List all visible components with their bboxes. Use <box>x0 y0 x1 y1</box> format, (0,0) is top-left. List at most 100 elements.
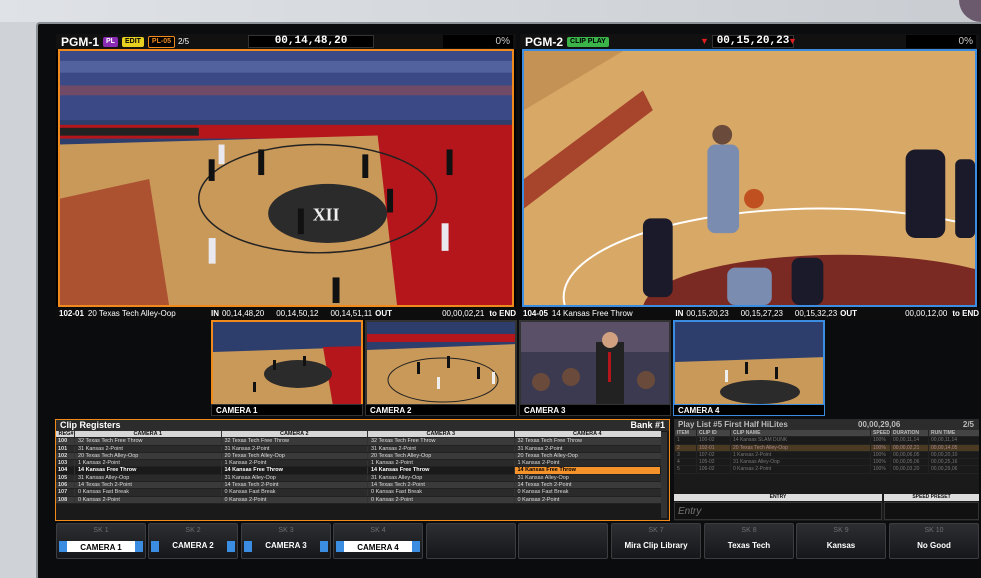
register-clip-cell[interactable]: 0 Kansas 2-Point <box>74 496 221 503</box>
camera-1-thumb[interactable]: CAMERA 1 <box>211 320 363 416</box>
register-clip-cell[interactable]: 32 Texas Tech Free Throw <box>220 438 368 445</box>
softkey-5[interactable] <box>426 523 516 559</box>
edit-badge[interactable]: EDIT <box>121 36 144 47</box>
register-row[interactable]: 107 0 Kansas Fast Break 0 Kansas Fast Brea… <box>56 489 661 497</box>
register-clip-cell[interactable]: 14 Texas Tech 2-Point <box>513 482 661 489</box>
register-row[interactable]: 106 14 Texas Tech 2-Point 14 Texas Tech 2-… <box>56 482 661 490</box>
register-clip-cell[interactable]: 0 Kansas 2-Point <box>513 496 661 503</box>
softkey-6[interactable] <box>518 523 608 559</box>
pgm2-mid-tc: 00,15,27,23 <box>740 308 783 318</box>
register-clip-cell[interactable]: 0 Kansas 2-Point <box>220 496 368 503</box>
pgm1-court-image: XII <box>60 51 512 305</box>
register-clip-cell[interactable]: 31 Kansas Alley-Oop <box>74 474 221 482</box>
register-clip-cell[interactable]: 0 Kansas Fast Break <box>220 489 368 496</box>
softkey-3[interactable]: SK 3 CAMERA 3 <box>241 523 331 559</box>
pgm2-in-label: IN <box>675 308 684 318</box>
softkey-8[interactable]: SK 8 Texas Tech <box>704 523 794 559</box>
playlist-row[interactable]: 1 100-02 14 Kansas SLAM DUNK 100% 00,00,11,1… <box>674 437 979 445</box>
camera-3-thumb[interactable]: CAMERA 3 <box>519 320 671 416</box>
register-clip-cell[interactable]: 0 Kansas Fast Break <box>74 489 221 496</box>
register-clip-cell[interactable]: 31 Kansas 2-Point <box>220 445 368 452</box>
playlist-row[interactable]: 4 105-02 31 Kansas Alley-Oop 100% 00,00,05,0… <box>674 459 979 467</box>
register-clip-cell[interactable]: 31 Kansas Alley-Oop <box>513 474 661 482</box>
register-row[interactable]: 105 31 Kansas Alley-Oop 31 Kansas Alley-Oo… <box>56 474 661 483</box>
softkey-label: Texas Tech <box>727 541 771 550</box>
register-clip-cell[interactable]: 14 Kansas Free Throw <box>367 467 514 474</box>
playlist-column-header: CLIP NAME <box>730 430 870 437</box>
softkey-10[interactable]: SK 10 No Good <box>889 523 979 559</box>
playlist-cell-dur: 00,00,06,05 <box>890 451 928 459</box>
pgm1-timecode: 00,14,48,20 <box>248 35 374 48</box>
register-row[interactable]: 102 20 Texas Tech Alley-Oop 20 Texas Tech … <box>56 452 661 461</box>
camera-4-scene <box>675 322 823 404</box>
camera-1-image <box>211 320 363 404</box>
register-clip-cell[interactable]: 1 Kansas 2-Point <box>367 460 514 467</box>
register-clip-cell[interactable]: 0 Kansas 2-Point <box>367 496 514 503</box>
playlist-ref-badge[interactable]: PL-05 <box>147 35 175 48</box>
playlist-row[interactable]: 3 107-02 1 Kansas 2-Point 100% 00,00,06,05 00… <box>674 451 979 460</box>
softkey-9[interactable]: SK 9 Kansas <box>796 523 886 559</box>
pgm2-duration: 00,00,12,00 <box>905 308 948 318</box>
register-row[interactable]: 108 0 Kansas 2-Point 0 Kansas 2-Point 0 Kan… <box>56 496 661 504</box>
pgm2-clip-name: 14 Kansas Free Throw <box>551 308 633 318</box>
register-clip-cell[interactable]: 20 Texas Tech Alley-Oop <box>367 452 514 460</box>
entry-field[interactable] <box>674 502 882 520</box>
playlist-cell-id: 107-02 <box>696 451 730 459</box>
register-clip-cell[interactable]: 20 Texas Tech Alley-Oop <box>220 452 368 460</box>
register-clip-cell[interactable]: 31 Kansas 2-Point <box>367 445 514 452</box>
pgm2-in-tc: 00,15,20,23 <box>686 308 729 318</box>
playlist-cell-speed: 100% <box>870 444 890 451</box>
camera-4-image <box>673 320 825 404</box>
playlist-cell-dur: 00,00,03,20 <box>890 466 928 473</box>
register-clip-cell[interactable]: 0 Kansas Fast Break <box>367 489 514 496</box>
register-row[interactable]: 100 32 Texas Tech Free Throw 32 Texas Tech… <box>56 438 661 446</box>
clip-registers-table: REG# CAMERA 1 CAMERA 2 CAMERA 3 CAMERA 4 100 3… <box>56 431 661 504</box>
softkey-indicator <box>412 541 420 552</box>
register-clip-cell[interactable]: 1 Kansas 2-Point <box>74 460 221 467</box>
register-clip-cell[interactable]: 31 Kansas Alley-Oop <box>220 474 368 482</box>
camera-3-image <box>519 320 671 404</box>
register-clip-cell[interactable]: 20 Texas Tech Alley-Oop <box>74 452 221 460</box>
pl-badge[interactable]: PL <box>103 36 118 47</box>
register-clip-cell[interactable]: 14 Texas Tech 2-Point <box>220 482 368 489</box>
register-row[interactable]: 103 1 Kansas 2-Point 1 Kansas 2-Point 1 Kan… <box>56 460 661 468</box>
register-clip-cell[interactable]: 31 Kansas Alley-Oop <box>367 474 514 482</box>
register-clip-cell[interactable]: 14 Texas Tech 2-Point <box>74 482 221 489</box>
register-clip-cell[interactable]: 1 Kansas 2-Point <box>513 460 661 467</box>
register-clip-cell[interactable]: 14 Kansas Free Throw <box>220 467 368 474</box>
register-clip-cell[interactable]: 31 Kansas 2-Point <box>513 445 661 452</box>
softkey-2[interactable]: SK 2 CAMERA 2 <box>148 523 238 559</box>
register-clip-cell[interactable]: 32 Texas Tech Free Throw <box>74 438 221 445</box>
register-clip-cell[interactable]: 14 Kansas Free Throw <box>513 467 660 474</box>
playlist-timecode: 00,00,29,06 <box>858 420 901 429</box>
softkey-4[interactable]: SK 4 CAMERA 4 <box>333 523 423 559</box>
playlist-table: ITEM CLIP ID CLIP NAME SPEED DURATION RUN TIM… <box>674 430 979 474</box>
register-clip-cell[interactable]: 1 Kansas 2-Point <box>220 460 368 467</box>
registers-scrollbar[interactable] <box>661 432 667 518</box>
clip-play-badge[interactable]: CLIP PLAY <box>567 36 609 47</box>
register-clip-cell[interactable]: 32 Texas Tech Free Throw <box>367 438 514 445</box>
playlist-cell-speed: 100% <box>870 459 890 466</box>
register-clip-cell[interactable]: 20 Texas Tech Alley-Oop <box>513 452 661 460</box>
softkey-1[interactable]: SK 1 CAMERA 1 <box>56 523 146 559</box>
register-row[interactable]: 101 31 Kansas 2-Point 31 Kansas 2-Point 31 … <box>56 445 661 453</box>
background-top <box>0 0 981 22</box>
playlist-cell-id: 100-02 <box>696 437 730 444</box>
register-clip-cell[interactable]: 0 Kansas Fast Break <box>513 489 661 496</box>
softkey-7[interactable]: SK 7 Mira Clip Library <box>611 523 701 559</box>
register-clip-cell[interactable]: 14 Texas Tech 2-Point <box>367 482 514 489</box>
camera-4-thumb[interactable]: CAMERA 4 <box>673 320 825 416</box>
softkey-indicator <box>59 541 67 552</box>
playlist-row[interactable]: 2 102-01 20 Texas Tech Alley-Oop 100% 00,00,… <box>674 444 979 452</box>
softkey-number: SK 1 <box>93 527 109 534</box>
pgm1-end: to END <box>489 308 516 318</box>
register-row[interactable]: 104 14 Kansas Free Throw 14 Kansas Free Th… <box>56 467 661 475</box>
register-clip-cell[interactable]: 32 Texas Tech Free Throw <box>513 438 661 445</box>
speed-preset-field[interactable] <box>884 502 979 520</box>
softkey-indicator <box>135 541 143 552</box>
bank-label[interactable]: Bank #1 <box>630 420 665 431</box>
register-clip-cell[interactable]: 14 Kansas Free Throw <box>74 467 221 474</box>
camera-2-thumb[interactable]: CAMERA 2 <box>365 320 517 416</box>
register-clip-cell[interactable]: 31 Kansas 2-Point <box>74 445 221 452</box>
playlist-row[interactable]: 5 106-02 0 Kansas 2-Point 100% 00,00,03,20 00… <box>674 466 979 474</box>
